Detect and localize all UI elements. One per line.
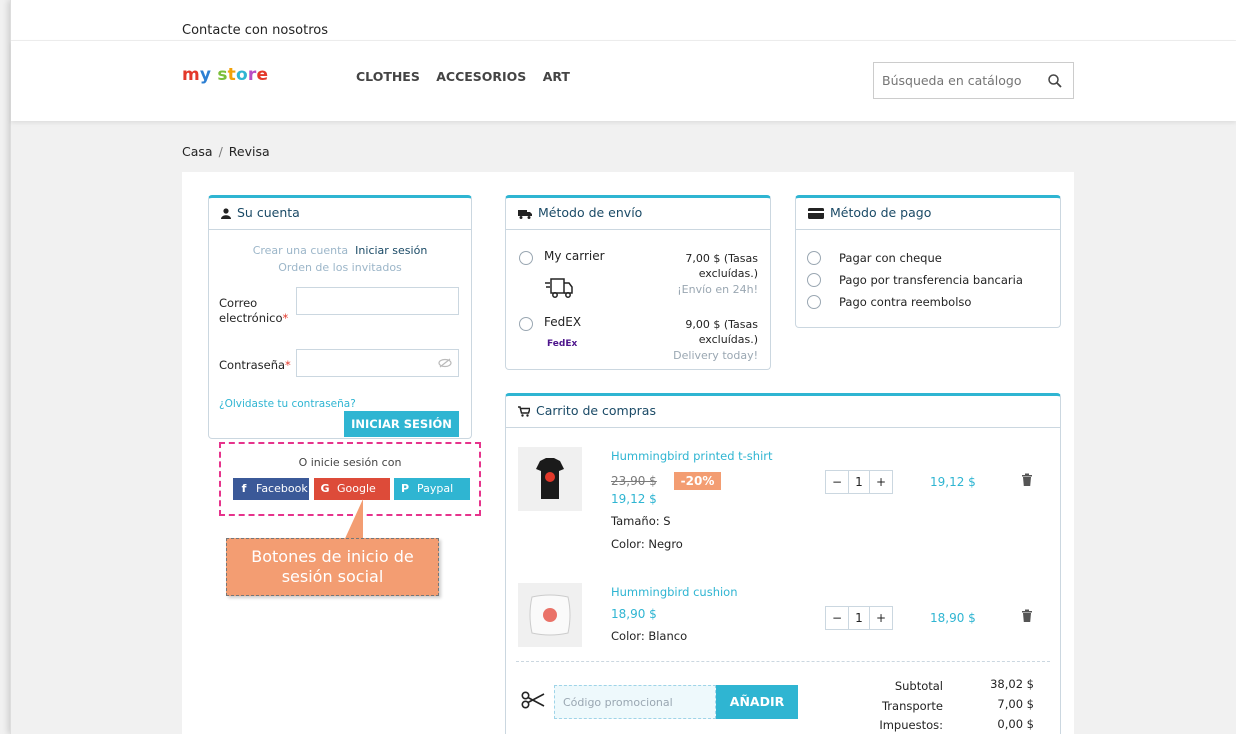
password-field[interactable]	[296, 349, 459, 377]
breadcrumb: Casa / Revisa	[182, 144, 270, 159]
qty-decrease-button[interactable]: −	[826, 607, 848, 629]
cart-item-price-1: 19,12 $	[611, 492, 657, 506]
cart-header: Carrito de compras	[506, 396, 1060, 428]
add-promo-button[interactable]: AÑADIR	[716, 685, 798, 719]
google-login-button[interactable]: G Google	[314, 478, 390, 500]
checkout-panel: Su cuenta Crear una cuenta Iniciar sesió…	[182, 172, 1074, 734]
fedex-logo: FedEx	[547, 339, 578, 349]
credit-card-icon	[808, 208, 824, 219]
cart-item-size-1: Tamaño: S	[611, 514, 671, 528]
email-field[interactable]	[296, 287, 459, 315]
carrier-name-1: My carrier	[544, 249, 605, 263]
password-label: Contraseña*	[219, 358, 291, 372]
shipping-header: Método de envío	[506, 198, 770, 230]
browser-viewport: Contacte con nosotros my store CLOTHES A…	[10, 0, 1236, 734]
discount-badge: -20%	[674, 472, 721, 490]
payment-option-2: Pago por transferencia bancaria	[839, 273, 1023, 287]
cart-item-total-2: 18,90 $	[930, 611, 976, 625]
tshirt-image	[536, 458, 564, 499]
google-icon: G	[320, 482, 330, 495]
taxes-label: Impuestos:	[879, 718, 943, 732]
cart-item-color-1: Color: Negro	[611, 537, 683, 551]
breadcrumb-home[interactable]: Casa	[182, 144, 213, 159]
nav-art[interactable]: ART	[543, 69, 570, 84]
login-button[interactable]: INICIAR SESIÓN	[344, 411, 459, 437]
cart-item-name-2[interactable]: Hummingbird cushion	[611, 585, 738, 599]
cart-item-old-price-1: 23,90 $	[611, 474, 657, 488]
scissors-icon	[521, 691, 545, 709]
quantity-stepper-1: −1 +	[825, 470, 893, 494]
payment-radio-2[interactable]	[807, 273, 821, 287]
login-link[interactable]: Iniciar sesión	[355, 244, 427, 257]
carrier-delay-2: Delivery today!	[673, 349, 758, 362]
search-icon[interactable]	[1047, 73, 1063, 89]
search-box	[873, 62, 1074, 99]
carrier-radio-2[interactable]	[519, 317, 533, 331]
annotation-callout: Botones de inicio de sesión social	[226, 538, 439, 596]
account-links: Crear una cuenta Iniciar sesión Orden de…	[209, 242, 471, 276]
trash-icon[interactable]	[1021, 473, 1033, 487]
product-thumbnail-tshirt[interactable]	[518, 447, 582, 511]
taxes-value: 0,00 $	[997, 717, 1034, 731]
facebook-login-button[interactable]: f Facebook	[233, 478, 309, 500]
trash-icon[interactable]	[1021, 609, 1033, 623]
cart-divider	[516, 661, 1050, 662]
cushion-image	[529, 594, 571, 636]
delivery-truck-icon	[545, 278, 573, 298]
facebook-icon: f	[241, 482, 247, 495]
qty-value[interactable]: 1	[848, 471, 870, 493]
product-thumbnail-cushion[interactable]	[518, 583, 582, 647]
cart-item-total-1: 19,12 $	[930, 475, 976, 489]
breadcrumb-current: Revisa	[228, 144, 270, 159]
store-logo[interactable]: my store	[182, 65, 268, 85]
email-label: Correo electrónico*	[219, 296, 289, 325]
quantity-stepper-2: −1 +	[825, 606, 893, 630]
truck-icon	[518, 210, 532, 219]
carrier-price-2: 9,00 $ (Tasas excluídas.)	[685, 318, 758, 346]
social-login-title: O inicie sesión con	[298, 456, 402, 469]
payment-header: Método de pago	[796, 198, 1060, 230]
carrier-delay-1: ¡Envío en 24h!	[677, 283, 758, 296]
account-card: Su cuenta Crear una cuenta Iniciar sesió…	[208, 195, 472, 439]
create-account-link[interactable]: Crear una cuenta	[253, 244, 348, 257]
cart-item-name-1[interactable]: Hummingbird printed t-shirt	[611, 449, 773, 463]
payment-option-1: Pagar con cheque	[839, 251, 942, 265]
payment-radio-3[interactable]	[807, 295, 821, 309]
shipping-label: Transporte	[881, 699, 943, 713]
carrier-name-2: FedEX	[544, 315, 582, 329]
carrier-price-1: 7,00 $ (Tasas excluídas.)	[685, 252, 758, 280]
cart-card: Carrito de compras Hummingbird printed t…	[505, 393, 1061, 734]
qty-decrease-button[interactable]: −	[826, 471, 848, 493]
payment-card: Método de pago Pagar con cheque Pago por…	[795, 195, 1061, 328]
forgot-password-link[interactable]: ¿Olvidaste tu contraseña?	[219, 398, 356, 410]
qty-value[interactable]: 1	[848, 607, 870, 629]
nav-accesorios[interactable]: ACCESORIOS	[436, 69, 526, 84]
search-input[interactable]	[882, 73, 1032, 88]
payment-option-3: Pago contra reembolso	[839, 295, 972, 309]
payment-radio-1[interactable]	[807, 251, 821, 265]
qty-increase-button[interactable]: +	[870, 471, 892, 493]
subtotal-label: Subtotal	[894, 679, 943, 693]
cart-item-price-2: 18,90 $	[611, 607, 657, 621]
callout-pointer	[343, 499, 363, 543]
qty-increase-button[interactable]: +	[870, 607, 892, 629]
eye-slash-icon[interactable]	[438, 358, 452, 368]
cart-icon	[518, 406, 532, 417]
account-header: Su cuenta	[209, 198, 471, 230]
paypal-login-button[interactable]: P Paypal	[394, 478, 470, 500]
cart-item-color-2: Color: Blanco	[611, 629, 688, 643]
contact-link[interactable]: Contacte con nosotros	[182, 23, 328, 38]
nav-clothes[interactable]: CLOTHES	[356, 69, 420, 84]
shipping-value: 7,00 $	[997, 697, 1034, 711]
promo-code-input[interactable]: Código promocional	[554, 685, 716, 719]
shipping-card: Método de envío My carrier 7,00 $ (Tasas…	[505, 195, 771, 370]
top-bar: Contacte con nosotros	[11, 0, 1236, 41]
user-icon	[221, 208, 231, 219]
subtotal-value: 38,02 $	[990, 677, 1034, 691]
paypal-icon: P	[400, 482, 410, 495]
site-header: my store CLOTHES ACCESORIOS ART	[11, 41, 1236, 121]
guest-order-link[interactable]: Orden de los invitados	[278, 261, 402, 274]
main-nav: CLOTHES ACCESORIOS ART	[356, 69, 582, 84]
carrier-radio-1[interactable]	[519, 251, 533, 265]
